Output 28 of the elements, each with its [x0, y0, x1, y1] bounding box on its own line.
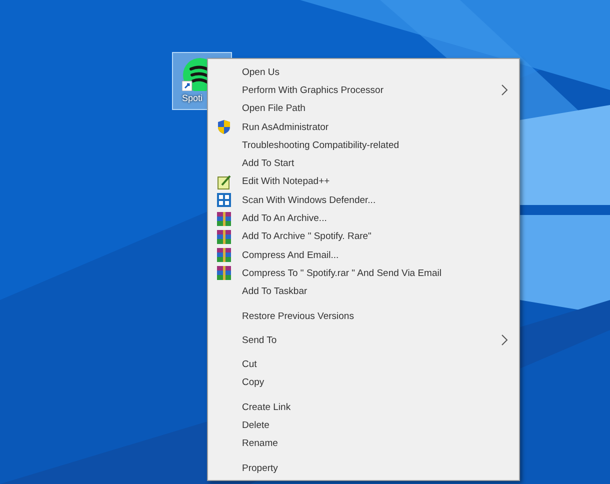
menu-item[interactable]: Cut [210, 355, 517, 374]
menu-item[interactable]: Property [210, 458, 517, 478]
shield-icon [216, 119, 232, 136]
menu-item[interactable]: Add To An Archive... [210, 209, 517, 228]
menu-item[interactable]: Compress To " Spotify.rar " And Send Via Email [210, 264, 517, 283]
notepad-icon [216, 174, 232, 190]
chevron-icon [501, 84, 509, 96]
menu-item[interactable]: Troubleshooting Compatibility-related [210, 136, 517, 154]
menu-item[interactable]: Copy [210, 374, 517, 392]
menu-item[interactable]: Rename [210, 434, 517, 453]
menu-item[interactable]: Create Link [210, 398, 517, 416]
archive-icon [216, 228, 232, 245]
menu-item[interactable]: Restore Previous Versions [210, 306, 517, 326]
menu-item[interactable]: Run AsAdministrator [210, 118, 517, 136]
menu-item[interactable]: Edit With Notepad++ [210, 172, 517, 192]
archive-icon [216, 247, 232, 264]
archive-icon [216, 210, 232, 227]
chevron-icon [501, 334, 509, 346]
menu-item[interactable]: Compress And Email... [210, 246, 517, 264]
archive-icon [216, 265, 232, 282]
menu-item[interactable]: Scan With Windows Defender... [210, 191, 517, 210]
defender-icon [216, 192, 232, 208]
menu-item[interactable]: Add To Start [210, 154, 517, 173]
menu-item[interactable]: Add To Taskbar [210, 282, 517, 301]
menu-item[interactable]: Delete [210, 416, 517, 435]
menu-item[interactable]: Send To [210, 331, 517, 350]
icon-label: Spoti [182, 93, 203, 103]
menu-item[interactable]: Add To Archive " Spotify. Rare" [210, 228, 517, 246]
